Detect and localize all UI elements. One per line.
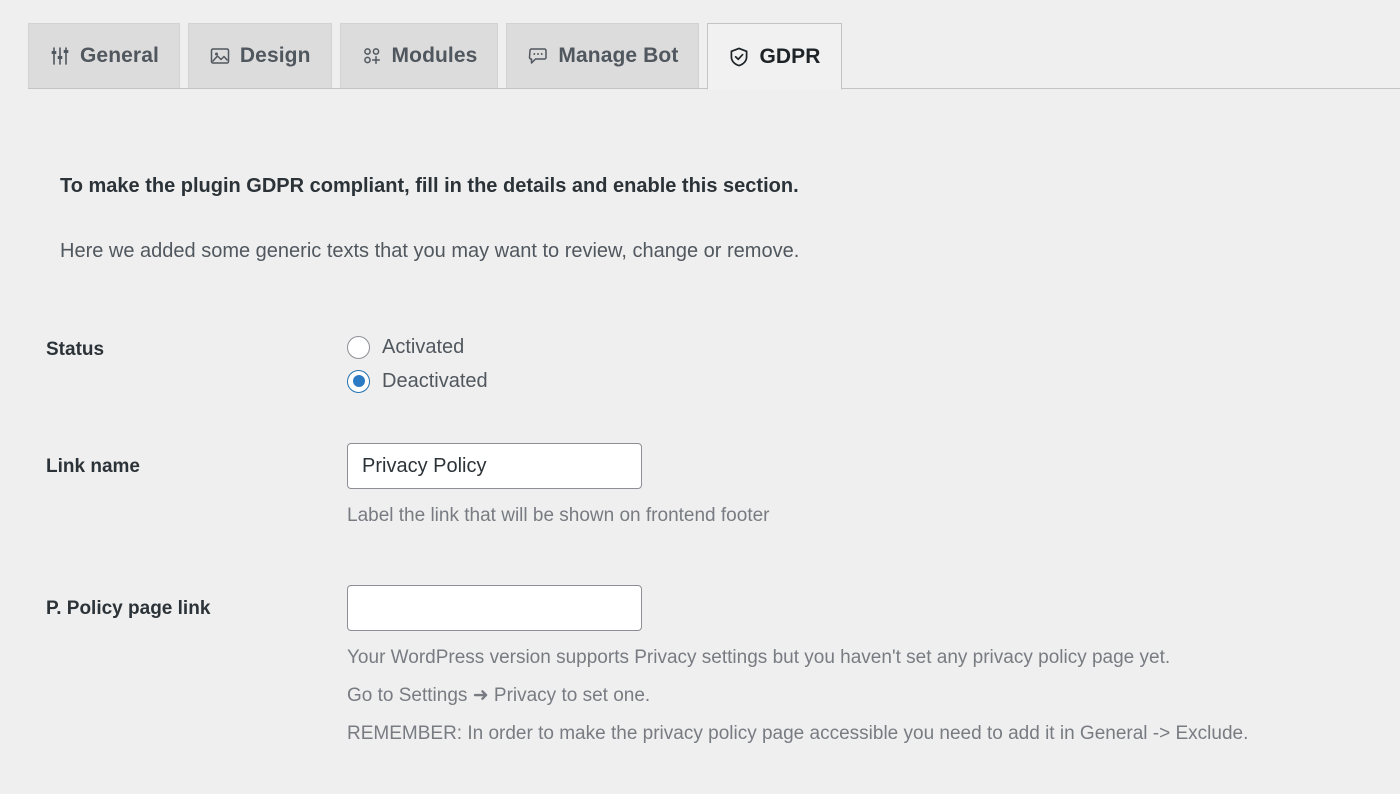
sliders-icon [49,45,71,67]
tab-manage-bot[interactable]: Manage Bot [506,23,699,88]
grid-add-icon [361,45,383,67]
policy-help-line-2-pre: Go to Settings [347,685,467,706]
tab-strip: General Design [28,23,842,88]
link-name-field-wrap: Label the link that will be shown on fro… [347,443,770,535]
tab-gdpr-label: GDPR [759,45,820,69]
tab-design[interactable]: Design [188,23,332,88]
link-name-help: Label the link that will be shown on fro… [347,497,770,535]
status-option-deactivated[interactable]: Deactivated [347,364,488,398]
radio-deactivated[interactable] [347,370,370,393]
tab-gdpr[interactable]: GDPR [707,23,841,90]
policy-page-link-help: Your WordPress version supports Privacy … [347,639,1248,753]
radio-activated[interactable] [347,336,370,359]
status-option-activated[interactable]: Activated [347,330,488,364]
chat-bubble-icon [527,45,549,67]
tab-general[interactable]: General [28,23,180,88]
tab-modules[interactable]: Modules [340,23,499,88]
policy-help-line-2-post: Privacy to set one. [494,685,650,706]
status-label: Status [46,339,104,361]
settings-tab-bar: General Design [0,0,1400,90]
policy-page-link-input[interactable] [347,585,642,631]
status-radio-group: Activated Deactivated [347,330,488,398]
image-icon [209,45,231,67]
link-name-label: Link name [46,456,140,478]
link-name-input[interactable] [347,443,642,489]
radio-deactivated-label: Deactivated [382,370,488,393]
arrow-right-icon: ➜ [473,685,489,706]
shield-check-icon [728,46,750,68]
policy-page-link-field-wrap: Your WordPress version supports Privacy … [347,585,1248,753]
policy-help-line-2: Go to Settings ➜ Privacy to set one. [347,677,1248,715]
gdpr-intro-subtext: Here we added some generic texts that yo… [60,240,799,263]
tab-general-label: General [80,44,159,68]
tab-design-label: Design [240,44,311,68]
tab-manage-bot-label: Manage Bot [558,44,678,68]
radio-activated-label: Activated [382,336,464,359]
tab-modules-label: Modules [392,44,478,68]
gdpr-intro-heading: To make the plugin GDPR compliant, fill … [60,175,799,198]
policy-help-line-3: REMEMBER: In order to make the privacy p… [347,715,1248,753]
policy-page-link-label: P. Policy page link [46,598,210,620]
policy-help-line-1: Your WordPress version supports Privacy … [347,639,1248,677]
